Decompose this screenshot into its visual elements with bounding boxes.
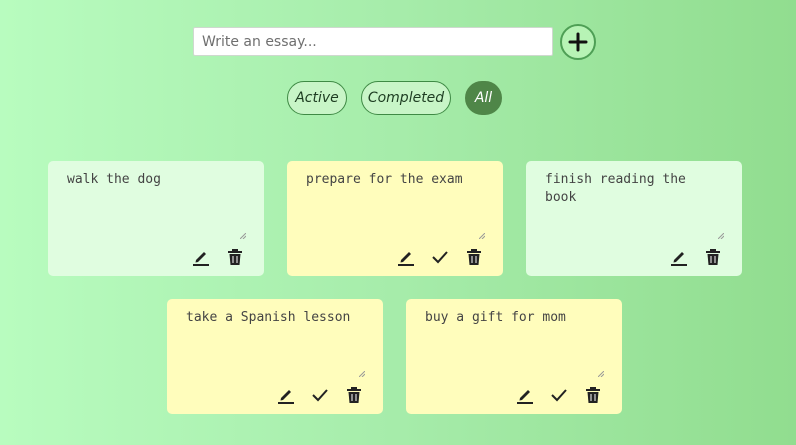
- pencil-icon: [517, 390, 533, 404]
- check-icon: [551, 389, 567, 402]
- complete-button[interactable]: [431, 248, 449, 266]
- plus-icon: [568, 32, 588, 52]
- todo-actions: [670, 248, 722, 266]
- resize-grip-icon[interactable]: [598, 371, 604, 377]
- add-todo-button[interactable]: [560, 24, 596, 60]
- delete-button[interactable]: [704, 248, 722, 266]
- pencil-icon: [671, 252, 687, 266]
- todo-card: take a Spanish lesson: [167, 299, 383, 414]
- filter-active-button[interactable]: Active: [287, 81, 347, 115]
- todo-actions: [277, 386, 363, 404]
- todo-text[interactable]: prepare for the exam: [306, 171, 482, 189]
- todo-text[interactable]: finish reading the book: [545, 171, 721, 207]
- todo-actions: [516, 386, 602, 404]
- filter-bar: Active Completed All: [287, 81, 502, 115]
- resize-grip-icon[interactable]: [240, 233, 246, 239]
- pencil-icon: [278, 390, 294, 404]
- todo-text[interactable]: take a Spanish lesson: [186, 309, 362, 327]
- todo-input[interactable]: [193, 27, 553, 56]
- trash-icon: [706, 249, 720, 265]
- edit-button[interactable]: [277, 386, 295, 404]
- edit-button[interactable]: [670, 248, 688, 266]
- resize-grip-icon[interactable]: [479, 233, 485, 239]
- todo-actions: [192, 248, 244, 266]
- resize-grip-icon[interactable]: [718, 233, 724, 239]
- trash-icon: [586, 387, 600, 403]
- todo-card: buy a gift for mom: [406, 299, 622, 414]
- delete-button[interactable]: [465, 248, 483, 266]
- todo-actions: [397, 248, 483, 266]
- delete-button[interactable]: [584, 386, 602, 404]
- trash-icon: [228, 249, 242, 265]
- complete-button[interactable]: [311, 386, 329, 404]
- filter-completed-button[interactable]: Completed: [361, 81, 451, 115]
- complete-button[interactable]: [550, 386, 568, 404]
- resize-grip-icon[interactable]: [359, 371, 365, 377]
- todo-text[interactable]: walk the dog: [67, 171, 243, 189]
- check-icon: [312, 389, 328, 402]
- todo-card: finish reading the book: [526, 161, 742, 276]
- todo-card: prepare for the exam: [287, 161, 503, 276]
- pencil-icon: [398, 252, 414, 266]
- todo-text[interactable]: buy a gift for mom: [425, 309, 601, 327]
- trash-icon: [347, 387, 361, 403]
- pencil-icon: [193, 252, 209, 266]
- delete-button[interactable]: [345, 386, 363, 404]
- trash-icon: [467, 249, 481, 265]
- edit-button[interactable]: [516, 386, 534, 404]
- edit-button[interactable]: [397, 248, 415, 266]
- add-todo-bar: [193, 24, 596, 60]
- filter-all-button[interactable]: All: [465, 81, 502, 115]
- delete-button[interactable]: [226, 248, 244, 266]
- check-icon: [432, 251, 448, 264]
- todo-card: walk the dog: [48, 161, 264, 276]
- edit-button[interactable]: [192, 248, 210, 266]
